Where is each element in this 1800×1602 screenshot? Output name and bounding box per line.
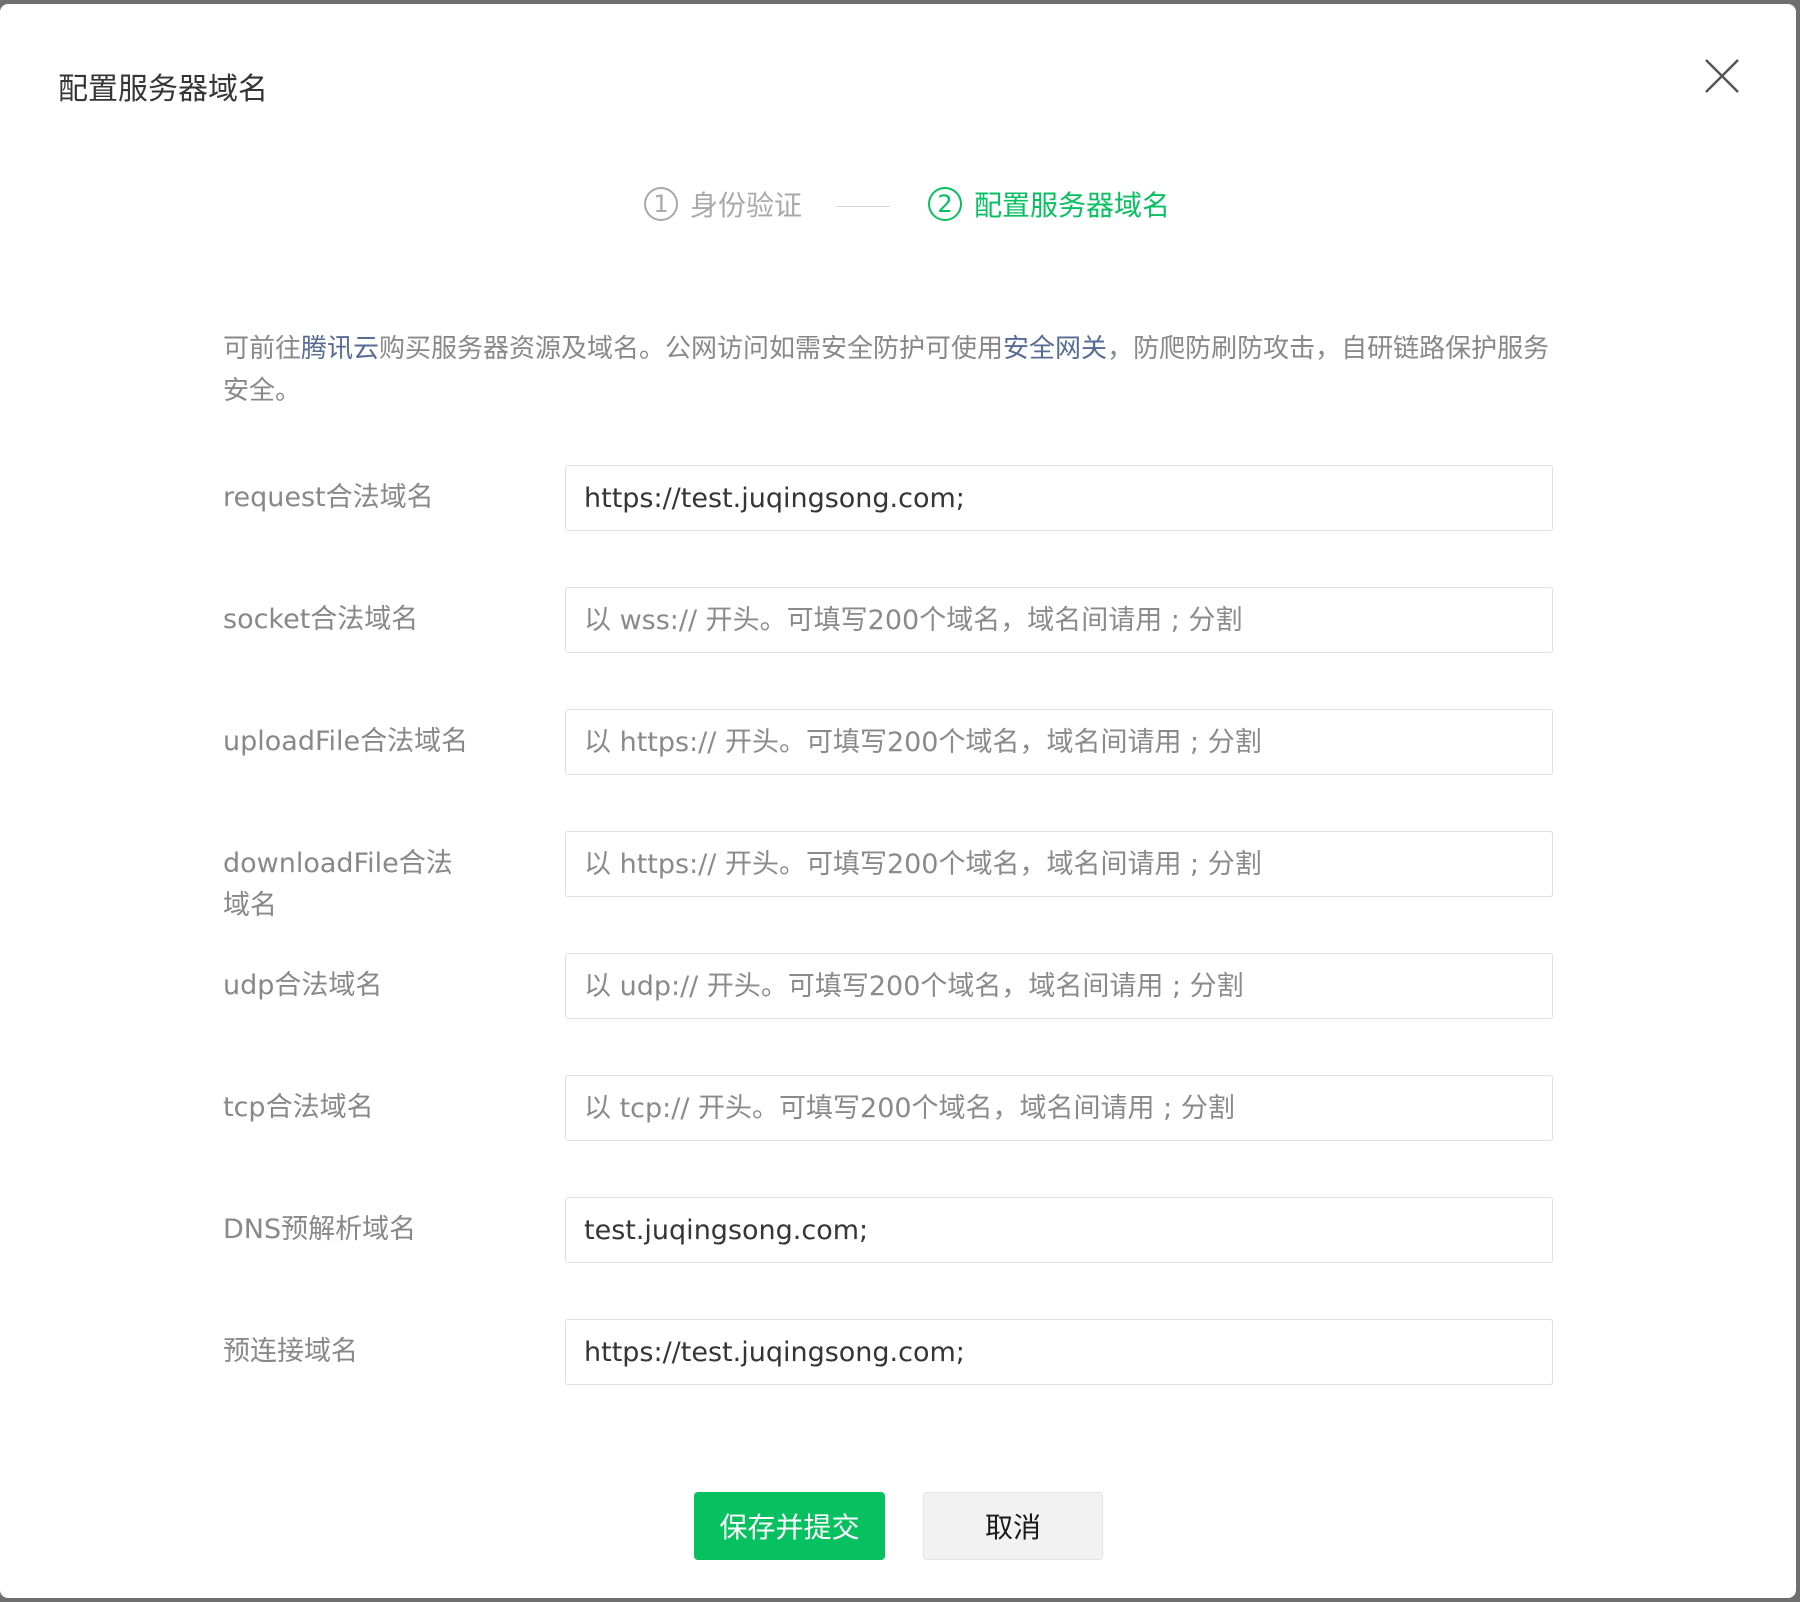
tcp-domain-input[interactable]: [565, 1075, 1553, 1141]
field-label-udp: udp合法域名: [223, 970, 383, 1001]
uploadfile-domain-input[interactable]: [565, 709, 1553, 775]
form-row-socket: socket合法域名: [0, 587, 1796, 655]
tencent-cloud-link[interactable]: 腾讯云: [301, 334, 379, 364]
desc-part-2: 购买服务器资源及域名。公网访问如需安全防护可使用: [379, 334, 1004, 364]
field-label-uploadfile: uploadFile合法域名: [223, 726, 469, 757]
form-row-downloadfile: downloadFile合法域名: [0, 831, 1796, 921]
field-label-request: request合法域名: [223, 482, 434, 513]
dns-prefetch-domain-input[interactable]: [565, 1197, 1553, 1263]
desc-part-1: 可前往: [223, 334, 302, 364]
field-label-socket: socket合法域名: [223, 604, 419, 635]
configure-domain-dialog: 配置服务器域名 1 身份验证 2 配置服务器域名 可前往腾讯云购买服务器资源及域…: [0, 4, 1796, 1598]
security-gateway-link[interactable]: 安全网关: [1003, 334, 1107, 364]
description-text: 可前往腾讯云购买服务器资源及域名。公网访问如需安全防护可使用安全网关，防爬防刷防…: [223, 328, 1573, 412]
step-identity-verification: 1 身份验证: [644, 184, 802, 224]
form-row-preconnect: 预连接域名: [0, 1319, 1796, 1387]
step-indicator: 1 身份验证 2 配置服务器域名: [0, 184, 1796, 228]
field-label-dns-prefetch: DNS预解析域名: [223, 1214, 417, 1245]
form-row-tcp: tcp合法域名: [0, 1075, 1796, 1143]
request-domain-input[interactable]: [565, 465, 1553, 531]
step-label: 身份验证: [690, 189, 803, 222]
step-configure-domain: 2 配置服务器域名: [928, 184, 1170, 224]
step-label: 配置服务器域名: [974, 189, 1171, 222]
form-row-request: request合法域名: [0, 465, 1796, 533]
downloadfile-domain-input[interactable]: [565, 831, 1553, 897]
cancel-button[interactable]: 取消: [923, 1492, 1103, 1560]
form-row-uploadfile: uploadFile合法域名: [0, 709, 1796, 777]
step-number: 2: [928, 187, 962, 221]
step-number: 1: [644, 187, 678, 221]
step-divider: [836, 206, 890, 207]
preconnect-domain-input[interactable]: [565, 1319, 1553, 1385]
save-submit-button[interactable]: 保存并提交: [694, 1492, 885, 1560]
field-label-preconnect: 预连接域名: [223, 1336, 358, 1367]
udp-domain-input[interactable]: [565, 953, 1553, 1019]
form-row-dns-prefetch: DNS预解析域名: [0, 1197, 1796, 1265]
form-row-udp: udp合法域名: [0, 953, 1796, 1021]
field-label-downloadfile: downloadFile合法域名: [223, 848, 453, 921]
field-label-tcp: tcp合法域名: [223, 1092, 374, 1123]
dialog-title: 配置服务器域名: [58, 72, 268, 107]
socket-domain-input[interactable]: [565, 587, 1553, 653]
close-icon[interactable]: [1700, 54, 1744, 98]
